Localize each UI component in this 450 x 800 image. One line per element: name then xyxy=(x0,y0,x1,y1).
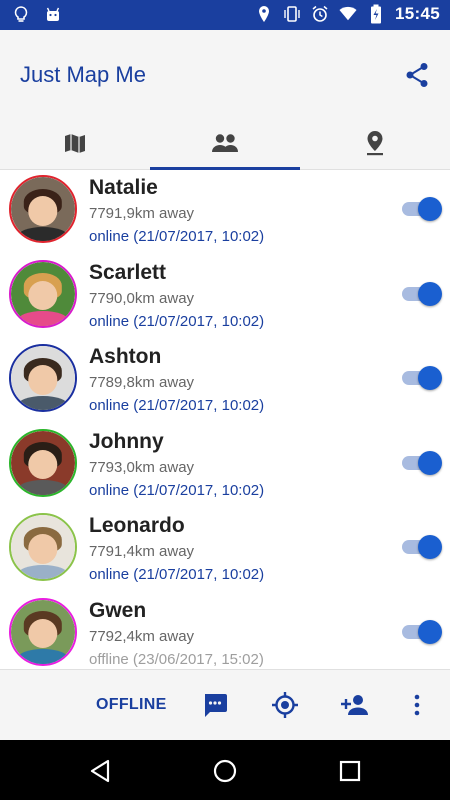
tracking-toggle[interactable] xyxy=(402,534,442,560)
more-vert-icon[interactable] xyxy=(402,690,432,720)
contact-status: online (21/07/2017, 10:02) xyxy=(89,566,265,583)
avatar xyxy=(9,259,77,328)
alarm-icon xyxy=(311,4,329,24)
people-icon xyxy=(211,133,239,158)
list-item[interactable]: Gwen 7792,4km away offline (23/06/2017, … xyxy=(0,594,450,670)
add-person-icon[interactable] xyxy=(340,690,370,720)
contact-distance: 7791,9km away xyxy=(89,205,195,222)
avatar xyxy=(9,513,77,581)
clock-time: 15:45 xyxy=(395,4,440,23)
my-location-icon[interactable] xyxy=(270,690,300,720)
place-icon xyxy=(365,130,385,161)
wifi-icon xyxy=(339,4,357,24)
app-title: Just Map Me xyxy=(20,62,146,87)
contact-status: online (21/07/2017, 10:02) xyxy=(89,312,265,330)
contact-name: Johnny xyxy=(89,429,164,453)
contact-distance: 7791,4km away xyxy=(89,543,195,560)
contact-name: Gwen xyxy=(89,598,147,622)
list-item[interactable]: Natalie 7791,9km away online (21/07/2017… xyxy=(0,171,450,256)
contact-distance: 7790,0km away xyxy=(89,289,195,307)
tracking-toggle[interactable] xyxy=(402,281,442,307)
bottom-action-bar: OFFLINE xyxy=(0,669,450,740)
contact-distance: 7793,0km away xyxy=(89,458,195,476)
avatar xyxy=(9,175,77,243)
list-item[interactable]: Ashton 7789,8km away online (21/07/2017,… xyxy=(0,340,450,425)
tracking-toggle[interactable] xyxy=(402,196,442,222)
contact-name: Leonardo xyxy=(89,514,185,537)
avatar xyxy=(9,428,77,497)
location-icon xyxy=(255,4,273,24)
tracking-toggle[interactable] xyxy=(402,619,442,645)
contact-status: offline (23/06/2017, 15:02) xyxy=(89,650,264,668)
tracking-toggle[interactable] xyxy=(402,365,442,391)
message-icon[interactable] xyxy=(200,690,230,720)
contact-name: Ashton xyxy=(89,345,162,368)
lightbulb-icon xyxy=(12,5,30,25)
app-bar: Just Map Me xyxy=(0,30,450,170)
contact-list: Natalie 7791,9km away online (21/07/2017… xyxy=(0,171,450,669)
list-item[interactable]: Johnny 7793,0km away online (21/07/2017,… xyxy=(0,425,450,510)
offline-button[interactable]: OFFLINE xyxy=(96,696,167,714)
avatar xyxy=(9,597,77,666)
contact-name: Scarlett xyxy=(89,260,167,284)
tab-bar xyxy=(0,120,450,170)
contact-status: online (21/07/2017, 10:02) xyxy=(89,397,265,414)
back-icon[interactable] xyxy=(87,758,113,784)
list-item[interactable]: Leonardo 7791,4km away online (21/07/201… xyxy=(0,509,450,594)
contact-distance: 7789,8km away xyxy=(89,374,195,391)
tracking-toggle[interactable] xyxy=(402,450,442,476)
contact-status: online (21/07/2017, 10:02) xyxy=(89,228,265,245)
tab-map[interactable] xyxy=(0,120,150,170)
contact-name: Natalie xyxy=(89,176,158,199)
navigation-bar xyxy=(0,740,450,800)
map-icon xyxy=(63,131,87,160)
tab-place[interactable] xyxy=(300,120,450,170)
android-icon xyxy=(44,5,62,25)
tab-people[interactable] xyxy=(150,120,300,170)
recents-icon[interactable] xyxy=(337,758,363,784)
contact-status: online (21/07/2017, 10:02) xyxy=(89,481,265,499)
battery-charging-icon xyxy=(367,4,385,24)
vibrate-icon xyxy=(283,4,301,24)
list-item[interactable]: Scarlett 7790,0km away online (21/07/201… xyxy=(0,256,450,341)
contact-distance: 7792,4km away xyxy=(89,627,195,645)
status-bar: 15:45 xyxy=(0,0,450,30)
home-icon[interactable] xyxy=(212,758,238,784)
avatar xyxy=(9,344,77,412)
share-icon[interactable] xyxy=(402,60,432,90)
